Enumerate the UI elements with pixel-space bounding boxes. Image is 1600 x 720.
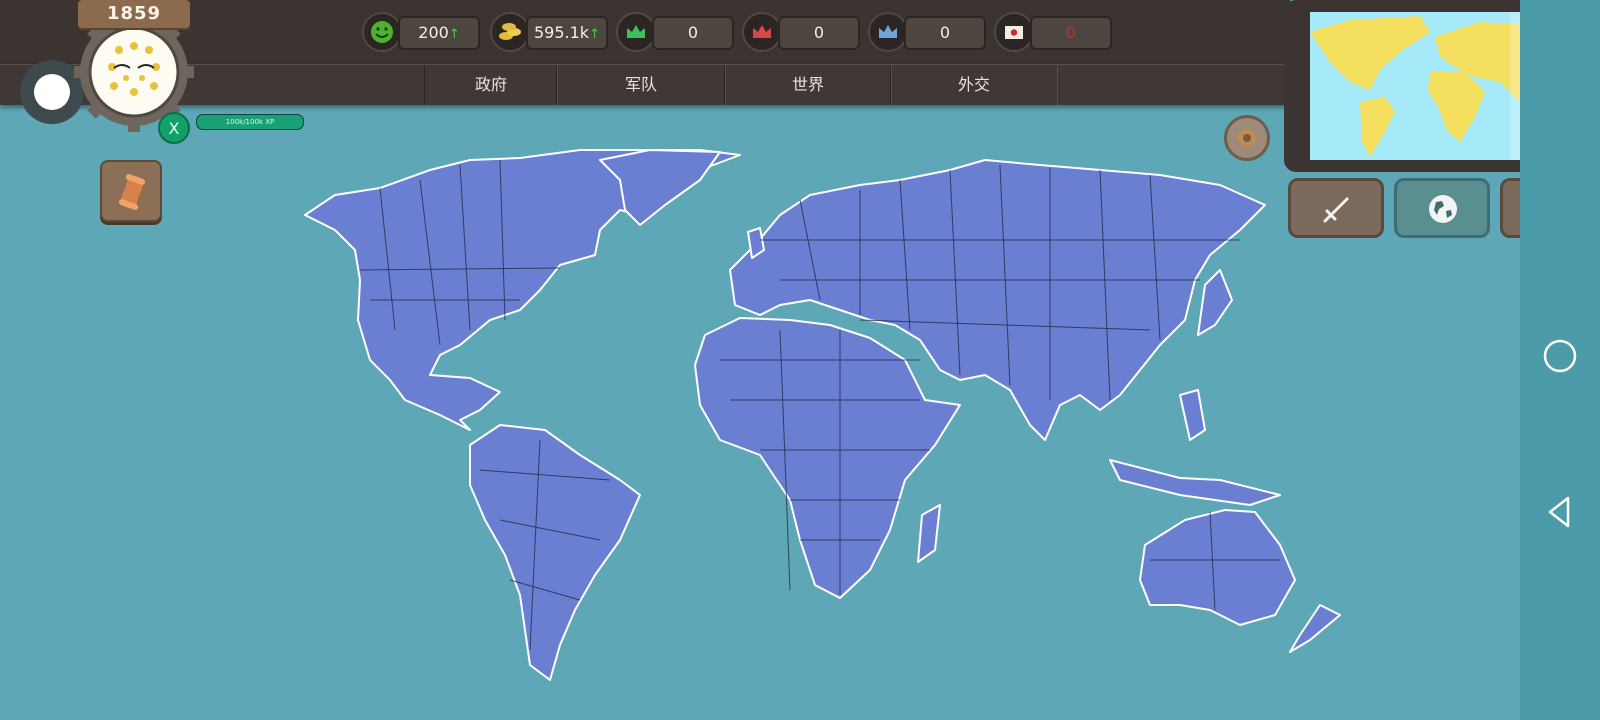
- globe-icon: [1429, 195, 1457, 223]
- year-banner: 1859: [78, 0, 190, 28]
- settings-button[interactable]: [1224, 115, 1270, 161]
- blue-crown-value: 0: [904, 16, 986, 50]
- green-crown-value: 0: [652, 16, 734, 50]
- diplomacy-value: 0: [1030, 16, 1112, 50]
- indonesia[interactable]: [1109, 459, 1281, 506]
- japan[interactable]: [1197, 269, 1233, 336]
- tab-military[interactable]: 军队: [556, 65, 726, 105]
- gold-value: 595.1k↑: [526, 16, 608, 50]
- level-badge[interactable]: X: [158, 112, 190, 144]
- sword-icon: [1323, 197, 1349, 223]
- red-crown-value: 0: [778, 16, 860, 50]
- trend-up-icon: ↑: [448, 27, 460, 42]
- philippines[interactable]: [1179, 389, 1206, 441]
- world-button[interactable]: [1394, 178, 1490, 238]
- home-icon[interactable]: [1542, 338, 1578, 374]
- tab-world[interactable]: 世界: [724, 65, 892, 105]
- south-america[interactable]: [469, 424, 641, 681]
- xp-bar: 100k/100k XP: [196, 114, 304, 130]
- war-button[interactable]: [1288, 178, 1384, 238]
- tab-diplomacy[interactable]: 外交: [890, 65, 1058, 105]
- tab-government[interactable]: 政府: [424, 65, 558, 105]
- toggle-knob: [34, 74, 70, 110]
- green-crown-icon: [616, 12, 656, 52]
- madagascar[interactable]: [917, 504, 941, 563]
- happiness-value: 200↑: [398, 16, 480, 50]
- missions-button[interactable]: [100, 160, 162, 222]
- scroll-icon: [118, 174, 146, 210]
- new-zealand[interactable]: [1289, 604, 1341, 653]
- gold-coins-icon: [490, 12, 530, 52]
- envelope-icon: [994, 12, 1034, 52]
- trend-up-icon: ↑: [589, 27, 600, 42]
- red-crown-icon: [742, 12, 782, 52]
- xp-text: 100k/100k XP: [225, 118, 275, 126]
- smiley-icon: [362, 12, 402, 52]
- gear-icon: [1238, 129, 1256, 147]
- system-navigation-bar: [1520, 0, 1600, 720]
- australia[interactable]: [1139, 509, 1296, 626]
- blue-crown-icon: [868, 12, 908, 52]
- back-icon[interactable]: [1542, 494, 1578, 530]
